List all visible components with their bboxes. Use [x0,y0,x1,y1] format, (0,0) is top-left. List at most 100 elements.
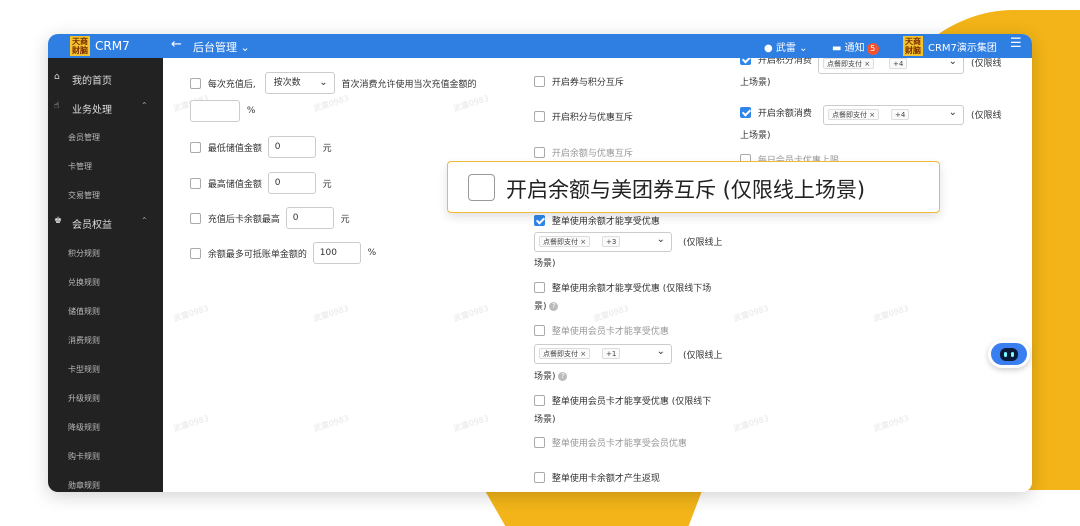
points-discount-checkbox[interactable] [534,111,545,122]
watermark: 武雷0983 [312,413,350,434]
max-balance-checkbox[interactable] [190,177,201,189]
top-bar: 天商财脑 CRM7 ← 后台管理 ⌄ ● 武雷 ⌄ ▬ 通知 5 天商财脑 CRM… [48,34,1032,58]
whole-balance-checkbox[interactable] [534,215,545,226]
sidebar-item-cardtype-rules[interactable]: 卡型规则 [68,364,100,375]
balance-discount-row: 开启余额与优惠互斥 [534,146,633,159]
coupon-points-row: 开启券与积分互斥 [534,75,624,88]
sidebar-item-trade-mgmt[interactable]: 交易管理 [68,190,100,201]
tag-chip: 点餐即支付 × [539,236,591,247]
after-recharge-row: 充值后卡余额最高 0 元 [190,207,350,229]
scene-note-r2: 上场景) [740,131,771,141]
balance-consume-checkbox[interactable] [740,107,751,118]
percent-input[interactable] [190,100,240,122]
member-card-member-checkbox[interactable] [534,437,545,448]
watermark: 武雷0983 [172,413,210,434]
min-balance-input[interactable]: 0 [267,136,316,158]
sidebar-item-buycard-rules[interactable]: 购卡规则 [68,451,100,462]
breadcrumb[interactable]: 后台管理 ⌄ [193,39,250,55]
percent-unit: % [246,106,256,116]
points-consume-row: 开启积分消费 [740,58,812,66]
tag-label: 点餐即支付 [543,238,578,246]
logo: 天商财脑 [70,36,90,56]
recharge-suffix: 首次消费允许使用当次充值金额的 [341,79,477,90]
more-chip: +4 [889,58,908,69]
chevron-down-icon: ⌄ [656,346,665,357]
sidebar-item-card-mgmt[interactable]: 卡管理 [68,161,92,172]
watermark: 武雷0983 [452,93,490,114]
sidebar-item-downgrade-rules[interactable]: 降级规则 [68,422,100,433]
scene-note-r1: 上场景) [740,78,771,88]
max-offset-checkbox[interactable] [190,247,201,259]
org-name[interactable]: CRM7演示集团 [928,39,997,54]
back-arrow-icon[interactable]: ← [171,37,182,52]
yuan-unit: 元 [322,143,332,154]
sidebar-item-label: 我的首页 [72,76,112,87]
member-card-member-label: 整单使用会员卡才能享受会员优惠 [551,439,687,449]
recharge-mode-select[interactable]: 按次数 ⌄ [264,72,335,94]
online-note-2: (仅限线上 [683,351,723,361]
online-note-1: (仅限线上 [683,238,723,248]
sidebar-item-medal-rules[interactable]: 勋章规则 [68,480,100,491]
chevron-down-icon: ⌄ [799,43,808,54]
watermark: 武雷0983 [872,413,910,434]
sidebar-item-stored-rules[interactable]: 储值规则 [68,306,100,317]
recharge-label: 每次充值后, [207,79,256,90]
robot-face [1000,348,1018,361]
max-offset-row: 余额最多可抵账单金额的 100 % [190,242,376,264]
sidebar-item-consume-rules[interactable]: 消费规则 [68,335,100,346]
sidebar-item-member-mgmt[interactable]: 会员管理 [68,132,100,143]
home-icon: ⌂ [54,72,60,82]
whole-balance-offline-checkbox[interactable] [534,282,545,293]
sidebar-item-member-rights[interactable]: ♚ 会员权益 ⌃ [48,214,163,232]
scene-note-2: 场景) ? [534,369,568,382]
watermark: 武雷0983 [732,303,770,324]
help-icon[interactable]: ? [549,302,559,311]
channel-multiselect-2[interactable]: 点餐即支付 × +1 ⌄ [534,344,672,364]
card-balance-cashback-checkbox[interactable] [534,472,545,483]
user-menu[interactable]: ● 武雷 ⌄ [764,39,808,54]
coupon-points-checkbox[interactable] [534,76,545,87]
menu-icon[interactable]: ☰ [1010,36,1022,51]
more-chip: +4 [891,109,910,120]
callout-checkbox[interactable] [468,174,495,201]
channel-multiselect-1[interactable]: 点餐即支付 × +3 ⌄ [534,232,672,252]
min-balance-checkbox[interactable] [190,141,201,153]
more-chip: +1 [602,348,621,359]
recharge-checkbox[interactable] [190,77,201,89]
coupon-points-label: 开启券与积分互斥 [551,78,624,88]
points-consume-checkbox[interactable] [740,58,751,65]
balance-discount-checkbox[interactable] [534,147,545,158]
tag-chip: 点餐即支付 × [823,58,875,69]
after-recharge-checkbox[interactable] [190,212,201,224]
max-balance-input[interactable]: 0 [267,172,316,194]
whole-member-offline-checkbox[interactable] [534,395,545,406]
tag-chip: 点餐即支付 × [539,348,591,359]
user-icon: ● [764,43,773,54]
chevron-down-icon: ⌄ [240,41,250,54]
chevron-down-icon: ⌄ [656,234,665,245]
org-logo: 天商财脑 [903,36,923,56]
user-name: 武雷 [775,43,796,54]
sidebar-item-upgrade-rules[interactable]: 升级规则 [68,393,100,404]
card-balance-cashback-row: 整单使用卡余额才产生返现 [534,471,660,484]
channel-multiselect-r2[interactable]: 点餐即支付 × +4 ⌄ [823,105,964,125]
sidebar-item-business[interactable]: ☝ 业务处理 ⌃ [48,99,163,117]
sidebar-item-exchange-rules[interactable]: 兑换规则 [68,277,100,288]
max-offset-input[interactable]: 100 [312,242,361,264]
help-icon[interactable]: ? [558,372,568,381]
after-recharge-input[interactable]: 0 [285,207,334,229]
stage: 天商财脑 CRM7 ← 后台管理 ⌄ ● 武雷 ⌄ ▬ 通知 5 天商财脑 CRM… [0,0,1080,526]
yuan-unit: 元 [322,179,332,190]
sidebar-item-home[interactable]: ⌂ 我的首页 [48,70,163,88]
channel-multiselect-r1[interactable]: 点餐即支付 × +4 ⌄ [818,58,964,74]
online-note-r1: (仅限线 [971,59,1002,69]
chat-icon: ▬ [832,43,842,54]
watermark: 武雷0983 [172,303,210,324]
breadcrumb-label: 后台管理 [193,41,237,54]
assistant-robot-icon[interactable] [988,340,1030,368]
min-balance-label: 最低储值金额 [207,143,262,154]
sidebar-item-points-rules[interactable]: 积分规则 [68,248,100,259]
notifications[interactable]: ▬ 通知 5 [832,39,879,55]
percent-row: % [190,100,255,122]
whole-member-card-checkbox[interactable] [534,325,545,336]
